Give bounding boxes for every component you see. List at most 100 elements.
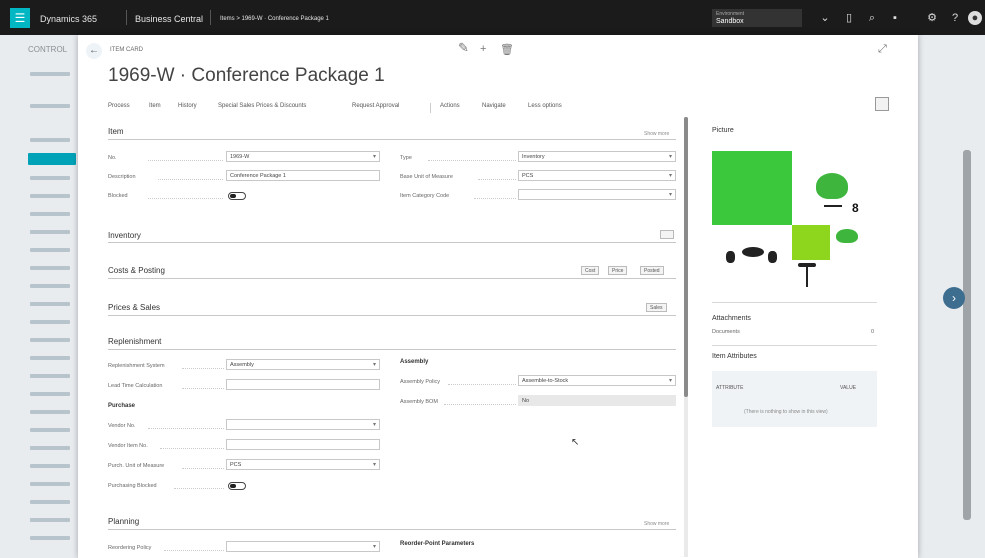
attachments-documents-count[interactable]: 0 [871,329,874,335]
lead-time-field[interactable] [226,379,380,390]
edit-pencil-icon[interactable]: ✎ [458,40,469,56]
list-row [30,138,70,142]
action-history[interactable]: History [178,103,197,109]
blocked-toggle[interactable] [228,192,246,200]
app-name[interactable]: Business Central [135,14,203,24]
field-label-vendor-item-no: Vendor Item No. [108,443,148,449]
purch-uom-field[interactable]: PCS [226,459,380,470]
add-plus-icon[interactable]: + [480,43,486,55]
factbox-picture-title[interactable]: Picture [712,127,734,134]
expand-icon[interactable]: ⤢ [878,43,887,56]
dotted-leader [182,468,224,469]
attributes-panel: ATTRIBUTE VALUE (There is nothing to sho… [712,371,877,427]
picture-chair-shape [816,173,848,199]
costs-button-2[interactable]: Price [608,266,628,275]
picture-stool-top [798,263,816,267]
action-special-prices[interactable]: Special Sales Prices & Discounts [218,103,306,109]
purchasing-blocked-toggle[interactable] [228,482,246,490]
action-less-options[interactable]: Less options [528,103,562,109]
action-item[interactable]: Item [149,103,161,109]
environment-box[interactable]: Environment Sandbox [712,9,802,27]
settings-gear-icon[interactable]: ⚙ [925,11,939,25]
dotted-leader [148,428,224,429]
section-title-planning[interactable]: Planning [108,517,139,526]
picture-stool-leg [806,267,808,287]
field-label-base-uom: Base Unit of Measure [400,174,453,180]
dotted-leader [182,368,224,369]
divider [430,103,431,113]
section-title-prices-sales[interactable]: Prices & Sales [108,303,160,312]
vendor-no-field[interactable] [226,419,380,430]
show-more-link[interactable]: Show more [644,131,669,137]
vendor-item-no-field[interactable] [226,439,380,450]
help-icon[interactable]: ? [948,11,962,25]
divider [712,345,877,346]
show-more-link[interactable]: Show more [644,521,669,527]
base-uom-field[interactable]: PCS [518,170,676,181]
search-icon[interactable]: ⌕ [865,11,879,25]
item-category-field[interactable] [518,189,676,200]
page-caption: ITEM CARD [110,47,143,53]
field-label-assembly-bom: Assembly BOM [400,399,438,405]
scrollbar-thumb[interactable] [684,117,688,397]
assisted-setup-icon[interactable]: ▪ [888,11,902,25]
app-launcher-icon[interactable]: ☰ [10,8,30,28]
costs-button-3[interactable]: Posted [640,266,664,275]
bell-icon[interactable]: ▯ [842,11,856,25]
costs-button-1[interactable]: Cost [581,266,600,275]
divider [126,10,127,25]
dotted-leader [448,384,516,385]
action-process[interactable]: Process [108,103,130,109]
list-row [30,194,70,198]
section-title-replenishment[interactable]: Replenishment [108,337,161,346]
prices-button[interactable]: Sales [646,303,667,312]
action-request-approval[interactable]: Request Approval [352,103,399,109]
field-label-lead-time: Lead Time Calculation [108,383,163,389]
list-row [30,302,70,306]
page-menu-button[interactable] [875,97,889,111]
factbox-attributes-title[interactable]: Item Attributes [712,353,757,360]
picture-small-chair-shape [836,229,858,243]
section-title-costs-posting[interactable]: Costs & Posting [108,266,165,275]
section-title-inventory[interactable]: Inventory [108,231,141,240]
item-picture[interactable]: 8 [712,151,877,301]
chevron-down-icon[interactable]: ⌄ [818,11,832,25]
divider [210,10,211,25]
action-bar: Process Item History Special Sales Price… [108,103,888,115]
replenishment-system-select[interactable]: Assembly [226,359,380,370]
assembly-bom-field: No [518,395,676,406]
action-actions[interactable]: Actions [440,103,460,109]
list-row [30,284,70,288]
factbox-attachments-title[interactable]: Attachments [712,315,751,322]
no-field[interactable]: 1969-W [226,151,380,162]
list-row [30,482,70,486]
inventory-expand-button[interactable] [660,230,674,239]
reordering-policy-select[interactable] [226,541,380,552]
field-label-reordering-policy: Reordering Policy [108,545,152,551]
delete-trash-icon[interactable]: 🗑 [500,43,514,56]
list-row [30,248,70,252]
next-record-icon[interactable]: › [943,287,965,309]
divider [108,242,676,243]
dotted-leader [158,179,223,180]
action-navigate[interactable]: Navigate [482,103,506,109]
environment-name: Sandbox [716,18,744,25]
list-row [30,428,70,432]
description-field[interactable]: Conference Package 1 [226,170,380,181]
divider [108,529,676,530]
section-title-item[interactable]: Item [108,127,124,136]
breadcrumb[interactable]: Items > 1969-W · Conference Package 1 [220,16,329,22]
field-label-purchasing-blocked: Purchasing Blocked [108,483,157,489]
background-list-heading: CONTROL [28,45,68,54]
user-avatar-icon[interactable]: ● [968,11,982,25]
field-label-item-category: Item Category Code [400,193,450,199]
assembly-policy-select[interactable]: Assemble-to-Stock [518,375,676,386]
back-arrow-icon[interactable]: ← [86,43,102,59]
product-name[interactable]: Dynamics 365 [40,14,97,24]
dotted-leader [148,198,223,199]
divider [108,139,676,140]
type-select[interactable]: Inventory [518,151,676,162]
top-navigation-bar: ☰ Dynamics 365 Business Central Items > … [0,0,985,35]
attributes-empty-message: (There is nothing to show in this view) [744,409,828,415]
background-scrollbar[interactable] [963,150,971,520]
